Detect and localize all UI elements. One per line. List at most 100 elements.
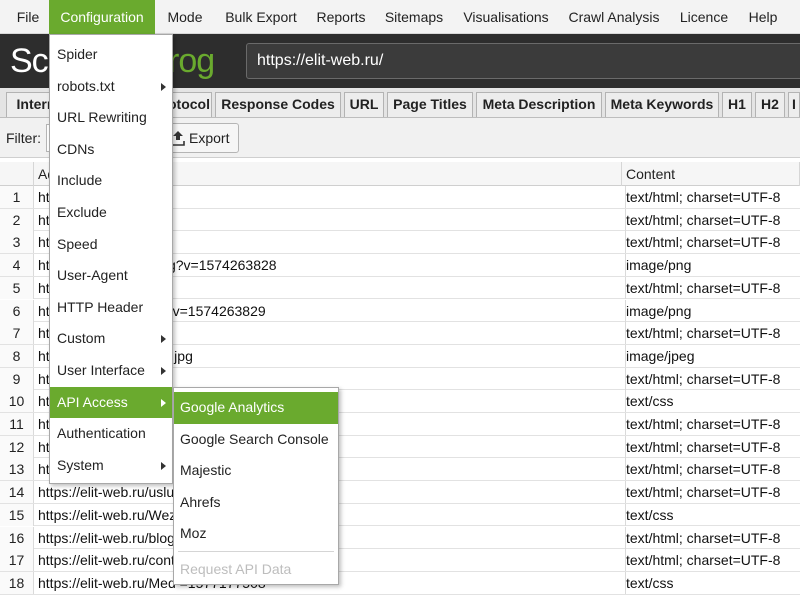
table-row[interactable]: 16 https://elit-web.ru/blog text/html; cha…	[0, 526, 800, 550]
menu-visualisations[interactable]: Visualisations	[456, 0, 556, 34]
menu-item-api-access[interactable]: API Access	[50, 386, 172, 419]
row-content-type: text/html; charset=UTF-8	[625, 413, 800, 435]
row-number: 8	[0, 344, 34, 367]
row-content-type: text/html; charset=UTF-8	[625, 458, 800, 481]
table-row[interactable]: 14 https://elit-web.ru/uslu text/html; cha…	[0, 481, 800, 504]
menu-item-label: HTTP Header	[57, 298, 144, 315]
menu-sitemaps[interactable]: Sitemaps	[378, 0, 450, 34]
submenu-item-google-analytics[interactable]: Google Analytics	[174, 392, 338, 424]
row-number: 1	[0, 186, 34, 208]
tab-url[interactable]: URL	[344, 92, 384, 117]
menu-item-label: Authentication	[57, 425, 146, 442]
row-content-type: text/html; charset=UTF-8	[625, 276, 800, 299]
menu-item-speed[interactable]: Speed	[50, 229, 172, 261]
menu-item-exclude[interactable]: Exclude	[50, 197, 172, 229]
submenu-item-request-api-data: Request API Data	[180, 561, 292, 577]
menu-crawl-analysis[interactable]: Crawl Analysis	[562, 0, 666, 34]
menu-item-cdns[interactable]: CDNs	[50, 134, 172, 166]
row-number: 10	[0, 390, 34, 413]
logo-text-right: rog	[168, 42, 215, 80]
row-number: 6	[0, 299, 34, 322]
menu-item-user-interface[interactable]: User Interface	[50, 355, 172, 387]
menu-item-label: robots.txt	[57, 77, 115, 94]
row-number: 15	[0, 503, 34, 526]
row-number: 3	[0, 231, 34, 254]
menu-bulk-export[interactable]: Bulk Export	[218, 0, 304, 34]
row-content-type: text/html; charset=UTF-8	[625, 367, 800, 390]
url-input[interactable]: https://elit-web.ru/	[246, 43, 800, 79]
menu-reports[interactable]: Reports	[310, 0, 372, 34]
row-content-type: text/html; charset=UTF-8	[625, 322, 800, 345]
row-number: 12	[0, 435, 34, 458]
configuration-menu: Spider robots.txt URL Rewriting CDNs Inc…	[49, 34, 173, 484]
submenu-item-majestic[interactable]: Majestic	[174, 455, 338, 487]
tab-page-titles[interactable]: Page Titles	[387, 92, 473, 117]
submenu-item-moz[interactable]: Moz	[174, 518, 338, 550]
menu-item-label: Spider	[57, 46, 98, 62]
tab-meta-description[interactable]: Meta Description	[476, 92, 602, 117]
column-header-content[interactable]: Content	[622, 162, 800, 186]
row-number: 4	[0, 254, 34, 277]
row-number: 7	[0, 322, 34, 345]
row-content-type: text/html; charset=UTF-8	[625, 186, 800, 208]
row-content-type: text/css	[625, 390, 800, 413]
row-number: 18	[0, 571, 34, 594]
row-number: 17	[0, 549, 34, 572]
menu-item-label: API Access	[57, 393, 128, 410]
row-content-type: text/html; charset=UTF-8	[625, 435, 800, 458]
menu-item-system[interactable]: System	[50, 450, 172, 482]
submenu-separator	[178, 551, 334, 552]
submenu-arrow-icon	[161, 82, 166, 91]
menu-item-label: Exclude	[57, 204, 107, 220]
column-header-index	[0, 162, 34, 186]
row-content-type: text/html; charset=UTF-8	[625, 549, 800, 572]
row-number: 16	[0, 526, 34, 549]
row-number: 14	[0, 481, 34, 504]
table-row[interactable]: 17 https://elit-web.ru/cont text/html; cha…	[0, 549, 800, 572]
row-number: 2	[0, 208, 34, 231]
tab-h2[interactable]: H2	[755, 92, 785, 117]
menu-item-label: User Interface	[57, 362, 145, 378]
menu-item-user-agent[interactable]: User-Agent	[50, 260, 172, 292]
row-content-type: image/png	[625, 254, 800, 277]
menu-item-label: Custom	[57, 330, 106, 347]
submenu-item-ahrefs[interactable]: Ahrefs	[174, 487, 338, 519]
tab-next[interactable]: I	[788, 92, 800, 117]
menu-item-label: User-Agent	[57, 267, 128, 284]
menu-bar: File Configuration Mode Bulk Export Repo…	[0, 0, 800, 34]
tab-meta-keywords[interactable]: Meta Keywords	[605, 92, 719, 117]
export-icon	[171, 131, 185, 146]
menu-item-custom[interactable]: Custom	[50, 323, 172, 355]
row-number: 13	[0, 458, 34, 481]
row-content-type: text/html; charset=UTF-8	[625, 208, 800, 231]
submenu-item-google-search-console[interactable]: Google Search Console	[174, 424, 338, 456]
menu-help[interactable]: Help	[742, 0, 784, 34]
menu-item-url-rewriting[interactable]: URL Rewriting	[50, 102, 172, 134]
menu-licence[interactable]: Licence	[672, 0, 736, 34]
row-number: 5	[0, 276, 34, 299]
menu-file[interactable]: File	[6, 0, 50, 34]
submenu-arrow-icon	[161, 367, 166, 375]
row-content-type: image/jpeg	[625, 344, 800, 367]
row-number: 9	[0, 367, 34, 390]
table-row[interactable]: 18 https://elit-web.ru/Med =1577177508 tex…	[0, 571, 800, 595]
submenu-arrow-icon	[161, 461, 166, 470]
table-row[interactable]: 15 https://elit-web.ru/Wez me.css text/css	[0, 503, 800, 527]
menu-item-spider[interactable]: Spider	[50, 39, 172, 71]
menu-item-include[interactable]: Include	[50, 165, 172, 197]
menu-item-authentication[interactable]: Authentication	[50, 418, 172, 450]
row-content-type: text/html; charset=UTF-8	[625, 231, 800, 254]
menu-configuration[interactable]: Configuration	[49, 0, 155, 34]
menu-item-http-header[interactable]: HTTP Header	[50, 292, 172, 324]
export-button[interactable]: Export	[162, 123, 239, 153]
row-content-type: image/png	[625, 299, 800, 322]
tab-h1[interactable]: H1	[722, 92, 752, 117]
menu-item-label: Include	[57, 172, 103, 189]
tab-response-codes[interactable]: Response Codes	[215, 92, 341, 117]
menu-item-robots-txt[interactable]: robots.txt	[50, 71, 172, 103]
row-content-type: text/html; charset=UTF-8	[625, 481, 800, 504]
menu-mode[interactable]: Mode	[158, 0, 212, 34]
menu-item-label: CDNs	[57, 140, 95, 157]
row-content-type: text/css	[625, 503, 800, 526]
menu-item-label: URL Rewriting	[57, 109, 147, 126]
